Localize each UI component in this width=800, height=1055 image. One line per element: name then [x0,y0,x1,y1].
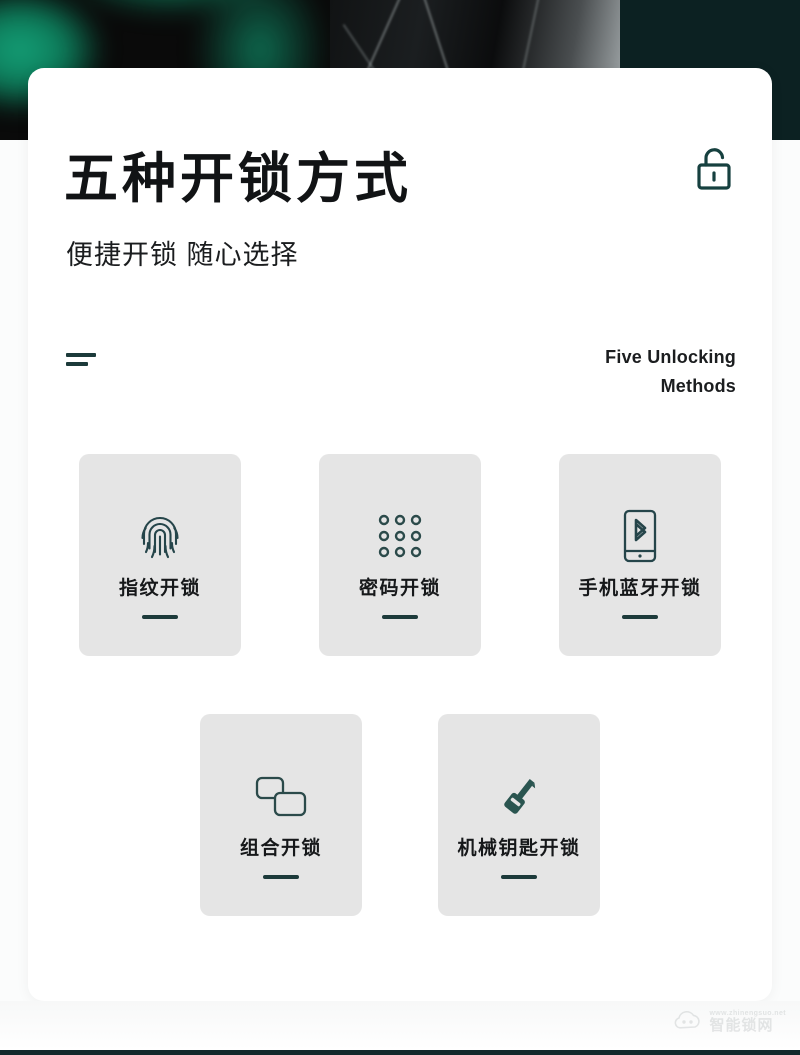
mechanical-key-icon [493,769,545,823]
page-root: 五种开锁方式 便捷开锁 随心选择 Five Unlocking Methods [0,0,800,1055]
watermark-chinese: 智能锁网 [709,1016,774,1034]
keypad-grid-icon [375,509,425,563]
content-sheet: 五种开锁方式 便捷开锁 随心选择 Five Unlocking Methods [28,68,772,1001]
method-label: 机械钥匙开锁 [457,838,581,859]
method-underline [382,615,418,619]
method-underline [142,615,178,619]
method-label: 手机蓝牙开锁 [578,578,702,599]
eyebrow-line-1: Five Unlocking [605,347,736,367]
method-label: 组合开锁 [239,838,322,859]
method-card-fingerprint[interactable]: 指纹开锁 [79,454,241,656]
unlocked-padlock-icon [692,146,736,192]
cloud-logo-icon [675,1011,701,1029]
unlock-methods-grid: 指纹开锁 密码开锁 手机蓝牙开锁 组合开锁 机械钥匙开锁 [28,454,772,916]
phone-bluetooth-icon [621,509,659,563]
method-card-password[interactable]: 密码开锁 [319,454,481,656]
method-card-mechanical-key[interactable]: 机械钥匙开锁 [438,714,600,916]
bottom-accent-bar [0,1050,800,1055]
watermark-text: www.zhinengsuo.net 智能锁网 [709,1010,786,1033]
methods-row-top: 指纹开锁 密码开锁 手机蓝牙开锁 [28,454,772,656]
page-subtitle: 便捷开锁 随心选择 [66,240,299,270]
eyebrow-line-2: Methods [660,375,736,396]
method-label: 指纹开锁 [118,578,201,599]
method-card-bluetooth[interactable]: 手机蓝牙开锁 [559,454,721,656]
site-watermark: www.zhinengsuo.net 智能锁网 [673,1007,786,1037]
method-underline [622,615,658,619]
methods-row-bottom: 组合开锁 机械钥匙开锁 [28,714,772,916]
eyebrow-label: Five Unlocking Methods [456,343,736,401]
method-underline [263,875,299,879]
method-underline [501,875,537,879]
method-label: 密码开锁 [358,578,441,599]
method-card-combination[interactable]: 组合开锁 [200,714,362,916]
fingerprint-icon [134,509,186,563]
double-dash-marker [66,353,96,366]
overlapping-squares-icon [253,769,309,823]
page-title: 五种开锁方式 [64,149,412,209]
